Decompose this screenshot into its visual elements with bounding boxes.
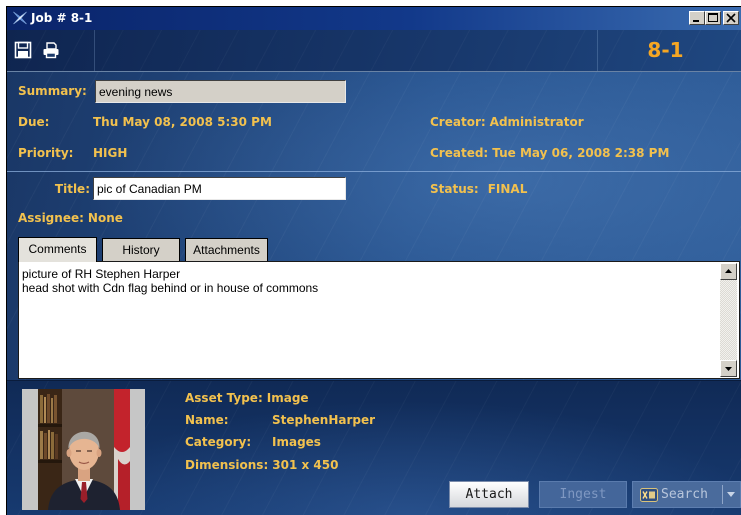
priority-value: HIGH	[93, 146, 128, 160]
comment-line: picture of RH Stephen Harper	[22, 267, 181, 281]
asset-dimensions-value: 301 x 450	[272, 458, 339, 472]
asset-type-value: Image	[266, 391, 309, 405]
portrait-photo[interactable]	[22, 389, 145, 510]
attach-button[interactable]: Attach	[449, 481, 529, 508]
assignee-row: Assignee: None	[18, 211, 123, 225]
comment-line: head shot with Cdn flag behind or in hou…	[22, 281, 319, 295]
scroll-up-button[interactable]	[720, 263, 737, 280]
asset-type-row: Asset Type: Image	[185, 391, 309, 405]
search-button[interactable]: Search	[632, 481, 741, 508]
asset-dimensions-label: Dimensions:	[185, 458, 269, 472]
close-button[interactable]	[723, 11, 739, 25]
summary-label: Summary:	[18, 84, 87, 98]
maximize-icon	[708, 13, 718, 22]
title-label: Title:	[54, 182, 90, 196]
xms-logo-icon	[640, 488, 658, 502]
asset-category-label: Category:	[185, 435, 252, 449]
job-number: 8-1	[647, 38, 684, 62]
separator	[7, 171, 741, 172]
asset-type-label: Asset Type:	[185, 391, 263, 405]
tab-attachments[interactable]: Attachments	[185, 238, 268, 261]
status-value: FINAL	[487, 182, 528, 196]
creator-row: Creator: Administrator	[430, 115, 584, 129]
toolbar-divider	[94, 30, 95, 71]
title-field[interactable]	[93, 177, 346, 200]
creator-value: Administrator	[489, 115, 584, 129]
print-icon[interactable]	[42, 41, 60, 59]
scroll-down-arrow-icon	[725, 367, 732, 371]
close-icon	[726, 13, 736, 23]
tab-comments[interactable]: Comments	[18, 237, 97, 262]
dropdown-separator	[722, 485, 723, 504]
comments-textarea[interactable]: picture of RH Stephen Harper head shot w…	[18, 261, 740, 379]
created-label: Created:	[430, 146, 489, 160]
assignee-value: None	[87, 211, 123, 225]
priority-label: Priority:	[18, 146, 74, 160]
due-label: Due:	[18, 115, 50, 129]
vertical-scrollbar[interactable]	[720, 263, 737, 377]
created-row: Created: Tue May 06, 2008 2:38 PM	[430, 146, 669, 160]
asset-category-value: Images	[272, 435, 321, 449]
summary-field[interactable]	[95, 80, 346, 103]
minimize-icon	[693, 20, 699, 22]
scroll-down-button[interactable]	[720, 360, 737, 377]
ingest-button[interactable]: Ingest	[539, 481, 627, 508]
creator-label: Creator:	[430, 115, 486, 129]
due-value: Thu May 08, 2008 5:30 PM	[93, 115, 272, 129]
title-bar[interactable]	[7, 7, 741, 30]
created-value: Tue May 06, 2008 2:38 PM	[492, 146, 670, 160]
minimize-button[interactable]	[689, 11, 705, 25]
tab-history[interactable]: History	[102, 238, 180, 261]
search-button-label: Search	[661, 487, 708, 502]
scroll-up-arrow-icon	[725, 269, 732, 273]
app-logo-icon	[13, 11, 27, 25]
asset-dimensions-row: Dimensions: 301 x 450	[185, 458, 338, 472]
window-title: Job # 8-1	[31, 11, 93, 25]
chevron-down-icon[interactable]	[726, 491, 736, 499]
asset-name-label: Name:	[185, 413, 229, 427]
status-label: Status:	[430, 182, 479, 196]
status-row: Status: FINAL	[430, 182, 527, 196]
save-icon[interactable]	[14, 41, 32, 59]
assignee-label: Assignee:	[18, 211, 84, 225]
maximize-button[interactable]	[705, 11, 721, 25]
asset-name-value: StephenHarper	[272, 413, 376, 427]
